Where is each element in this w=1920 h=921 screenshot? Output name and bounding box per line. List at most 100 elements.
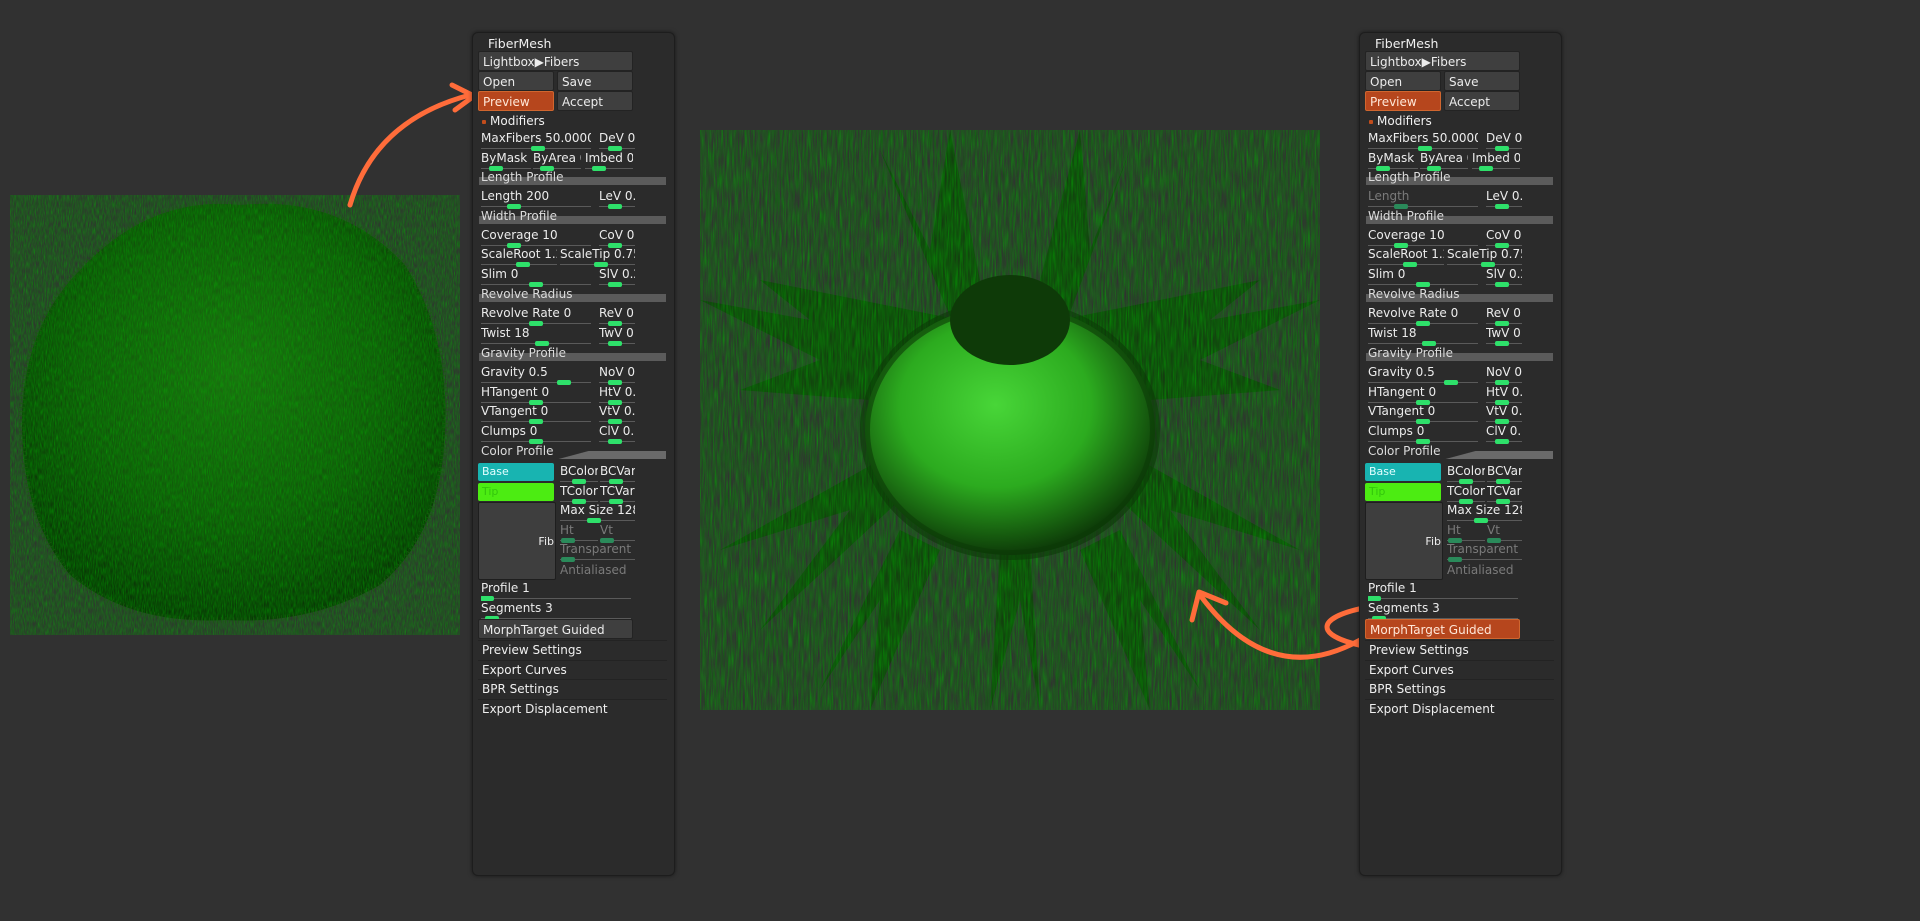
- bcvar-slider[interactable]: BCVar: [1487, 462, 1522, 484]
- twist-slider[interactable]: Twist 18: [481, 324, 591, 346]
- export-curves-menu[interactable]: Export Curves: [478, 660, 667, 678]
- scaleroot-slider[interactable]: ScaleRoot 1.25: [481, 245, 557, 267]
- nov-slider[interactable]: NoV 0.0: [1486, 363, 1522, 385]
- export-displacement-menu[interactable]: Export Displacement: [478, 699, 667, 717]
- scaletip-slider[interactable]: ScaleTip 0.75: [1447, 245, 1522, 267]
- export-curves-menu[interactable]: Export Curves: [1365, 660, 1554, 678]
- base-color-swatch[interactable]: Base: [1365, 463, 1441, 481]
- gravity-slider[interactable]: Gravity 0.5: [1368, 363, 1478, 385]
- open-button[interactable]: Open: [478, 71, 554, 91]
- transparent-slider[interactable]: Transparent: [1447, 540, 1522, 562]
- accept-button[interactable]: Accept: [557, 91, 633, 111]
- fiber-texture-preview[interactable]: Fib: [478, 502, 556, 580]
- max-size-slider[interactable]: Max Size 128: [1447, 501, 1522, 523]
- annotation-arrow-preview: [347, 92, 473, 208]
- rev-slider[interactable]: ReV 0.1: [1486, 304, 1522, 326]
- revolve-rate-slider[interactable]: Revolve Rate 0: [481, 304, 591, 326]
- lev-slider[interactable]: LeV 0.5: [599, 187, 635, 209]
- revolve-rate-slider[interactable]: Revolve Rate 0: [1368, 304, 1478, 326]
- panel-title: FiberMesh: [488, 36, 552, 51]
- guided-fur-sphere-model: [700, 130, 1320, 710]
- color-profile-curve[interactable]: Color Profile: [479, 445, 666, 459]
- panel-title: FiberMesh: [1375, 36, 1439, 51]
- length-slider[interactable]: Length: [1368, 187, 1478, 209]
- clv-slider[interactable]: ClV 0.1: [1486, 422, 1522, 444]
- preview-button[interactable]: Preview: [1365, 91, 1441, 111]
- fur-ball-preview-model: [18, 200, 449, 624]
- export-displacement-menu[interactable]: Export Displacement: [1365, 699, 1554, 717]
- profile-slider[interactable]: Profile 1: [1368, 579, 1518, 601]
- vtv-slider[interactable]: VtV 0.05: [599, 402, 635, 424]
- rev-slider[interactable]: ReV 0.1: [599, 304, 635, 326]
- twv-slider[interactable]: TwV 0.0: [599, 324, 635, 346]
- segments-slider[interactable]: Segments 3: [1368, 599, 1518, 621]
- bymask-slider[interactable]: ByMask 1: [481, 149, 531, 171]
- segments-slider[interactable]: Segments 3: [481, 599, 631, 621]
- tip-color-swatch[interactable]: Tip: [1365, 483, 1441, 501]
- preview-button[interactable]: Preview: [478, 91, 554, 111]
- tip-color-swatch[interactable]: Tip: [478, 483, 554, 501]
- lev-slider[interactable]: LeV 0.5: [1486, 187, 1522, 209]
- length-slider[interactable]: Length 200: [481, 187, 591, 209]
- gravity-profile-curve[interactable]: Gravity Profile: [479, 347, 666, 361]
- width-profile-curve[interactable]: Width Profile: [479, 210, 666, 224]
- bpr-settings-menu[interactable]: BPR Settings: [478, 679, 667, 697]
- lightbox-fibers-button[interactable]: Lightbox▶Fibers: [1365, 51, 1520, 71]
- imbed-slider[interactable]: Imbed 0: [1472, 149, 1520, 171]
- accept-button[interactable]: Accept: [1444, 91, 1520, 111]
- bcolori-slider[interactable]: BColori: [1447, 462, 1485, 484]
- revolve-radius-curve[interactable]: Revolve Radius: [1366, 288, 1553, 302]
- byarea-slider[interactable]: ByArea 0.!: [1420, 149, 1468, 171]
- revolve-radius-curve[interactable]: Revolve Radius: [479, 288, 666, 302]
- dev-slider[interactable]: DeV 0.2: [1486, 129, 1522, 151]
- profile-slider[interactable]: Profile 1: [481, 579, 631, 601]
- fibermesh-panel-right: FiberMesh Lightbox▶Fibers Open Save Prev…: [1359, 32, 1562, 876]
- bcolori-slider[interactable]: BColori: [560, 462, 598, 484]
- vtangent-slider[interactable]: VTangent 0: [481, 402, 591, 424]
- width-profile-curve[interactable]: Width Profile: [1366, 210, 1553, 224]
- bullet-icon: [1369, 119, 1373, 124]
- maxfibers-slider[interactable]: MaxFibers 50.00004: [1368, 129, 1478, 151]
- dev-slider[interactable]: DeV 0.2: [599, 129, 635, 151]
- maxfibers-slider[interactable]: MaxFibers 50.00004: [481, 129, 591, 151]
- imbed-slider[interactable]: Imbed 0: [585, 149, 633, 171]
- fibermesh-panel-left: FiberMesh Lightbox▶Fibers Open Save Prev…: [472, 32, 675, 876]
- max-size-slider[interactable]: Max Size 128: [560, 501, 635, 523]
- bcvar-slider[interactable]: BCVar: [600, 462, 635, 484]
- gravity-slider[interactable]: Gravity 0.5: [481, 363, 591, 385]
- slim-slider[interactable]: Slim 0: [481, 265, 591, 287]
- modifiers-header[interactable]: Modifiers: [482, 115, 545, 127]
- clumps-slider[interactable]: Clumps 0: [481, 422, 591, 444]
- length-profile-curve[interactable]: Length Profile: [1366, 171, 1553, 185]
- preview-settings-menu[interactable]: Preview Settings: [478, 640, 667, 658]
- save-button[interactable]: Save: [557, 71, 633, 91]
- twv-slider[interactable]: TwV 0.0: [1486, 324, 1522, 346]
- nov-slider[interactable]: NoV 0.0: [599, 363, 635, 385]
- fiber-texture-preview[interactable]: Fib: [1365, 502, 1443, 580]
- scaleroot-slider[interactable]: ScaleRoot 1.25: [1368, 245, 1444, 267]
- vtangent-slider[interactable]: VTangent 0: [1368, 402, 1478, 424]
- modifiers-header[interactable]: Modifiers: [1369, 115, 1432, 127]
- bymask-slider[interactable]: ByMask 1: [1368, 149, 1418, 171]
- save-button[interactable]: Save: [1444, 71, 1520, 91]
- clv-slider[interactable]: ClV 0.1: [599, 422, 635, 444]
- siv-slider[interactable]: SlV 0.2: [1486, 265, 1522, 287]
- byarea-slider[interactable]: ByArea 0.!: [533, 149, 581, 171]
- length-profile-curve[interactable]: Length Profile: [479, 171, 666, 185]
- siv-slider[interactable]: SlV 0.2: [599, 265, 635, 287]
- base-color-swatch[interactable]: Base: [478, 463, 554, 481]
- slim-slider[interactable]: Slim 0: [1368, 265, 1478, 287]
- color-profile-curve[interactable]: Color Profile: [1366, 445, 1553, 459]
- scaletip-slider[interactable]: ScaleTip 0.75: [560, 245, 635, 267]
- lightbox-fibers-button[interactable]: Lightbox▶Fibers: [478, 51, 633, 71]
- morphtarget-guided-button[interactable]: MorphTarget Guided: [478, 619, 633, 639]
- gravity-profile-curve[interactable]: Gravity Profile: [1366, 347, 1553, 361]
- twist-slider[interactable]: Twist 18: [1368, 324, 1478, 346]
- clumps-slider[interactable]: Clumps 0: [1368, 422, 1478, 444]
- bpr-settings-menu[interactable]: BPR Settings: [1365, 679, 1554, 697]
- morphtarget-guided-button[interactable]: MorphTarget Guided: [1365, 619, 1520, 639]
- transparent-slider[interactable]: Transparent: [560, 540, 635, 562]
- preview-settings-menu[interactable]: Preview Settings: [1365, 640, 1554, 658]
- open-button[interactable]: Open: [1365, 71, 1441, 91]
- vtv-slider[interactable]: VtV 0.05: [1486, 402, 1522, 424]
